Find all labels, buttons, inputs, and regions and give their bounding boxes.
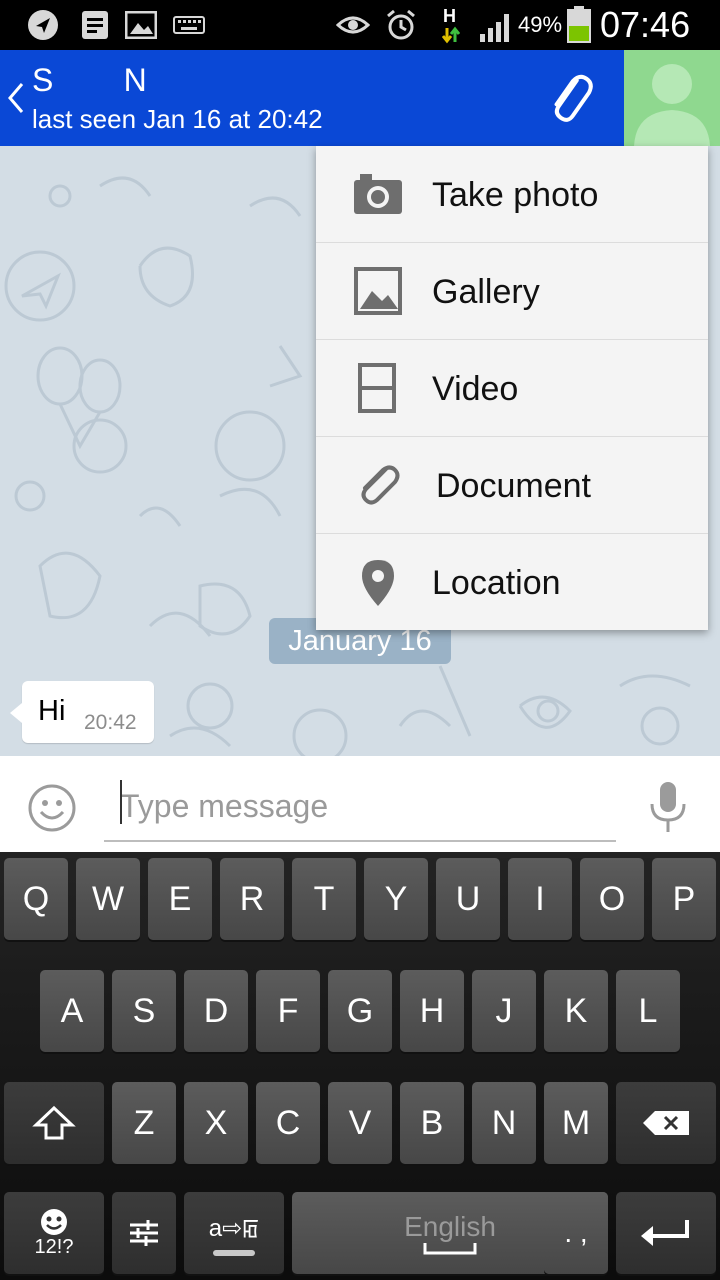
key-z[interactable]: Z [112,1082,176,1164]
backspace-icon [643,1111,689,1135]
key-b[interactable]: B [400,1082,464,1164]
message-time: 20:42 [84,711,137,734]
key-d[interactable]: D [184,970,248,1052]
menu-label-video: Video [432,370,519,408]
symbols-key[interactable]: 12!? [4,1192,104,1274]
menu-item-gallery[interactable]: Gallery [316,243,708,340]
menu-item-document[interactable]: Document [316,437,708,534]
language-switch-key[interactable]: a⇨ꡂ [184,1192,284,1274]
key-g[interactable]: G [328,970,392,1052]
space-bar-icon [423,1243,477,1255]
message-input-bar [0,756,720,852]
space-label: English [404,1211,496,1242]
shift-key[interactable] [4,1082,104,1164]
emoji-key-icon [41,1208,67,1235]
key-a[interactable]: A [40,970,104,1052]
bubble-tail [10,703,22,723]
message-input[interactable] [104,772,616,842]
symbols-label: 12!? [34,1235,74,1258]
status-bar: H 49% 07:46 [0,0,720,50]
shift-icon [32,1105,76,1140]
key-f[interactable]: F [256,970,320,1052]
key-m[interactable]: M [544,1082,608,1164]
emoji-icon[interactable] [26,782,78,834]
menu-item-location[interactable]: Location [316,534,708,631]
signal-icon [478,12,514,42]
attach-icon[interactable] [540,70,600,130]
language-switch-label: a⇨ꡂ [208,1214,260,1242]
menu-label-document: Document [436,467,591,505]
back-arrow-icon[interactable] [4,78,28,118]
contact-name[interactable]: S N [32,62,148,99]
keyboard: Q W E R T Y U I O P A S D F G H J K L Z … [0,852,720,1280]
paperclip-icon [352,459,404,511]
enter-icon [641,1220,689,1246]
camera-icon [352,168,404,220]
sliders-icon [130,1220,158,1246]
key-y[interactable]: Y [364,858,428,940]
menu-item-take-photo[interactable]: Take photo [316,146,708,243]
key-j[interactable]: J [472,970,536,1052]
key-c[interactable]: C [256,1082,320,1164]
key-v[interactable]: V [328,1082,392,1164]
key-q[interactable]: Q [4,858,68,940]
key-k[interactable]: K [544,970,608,1052]
key-p[interactable]: P [652,858,716,940]
gallery-icon [352,265,404,317]
key-h[interactable]: H [400,970,464,1052]
attach-menu: Take photo Gallery Video Document Locati… [316,146,708,630]
key-o[interactable]: O [580,858,644,940]
eye-icon [336,8,370,42]
key-n[interactable]: N [472,1082,536,1164]
menu-label-take-photo: Take photo [432,176,599,214]
key-u[interactable]: U [436,858,500,940]
language-indicator [213,1249,255,1256]
alarm-icon [384,8,418,42]
microphone-icon[interactable] [646,780,690,834]
key-l[interactable]: L [616,970,680,1052]
chat-header: S N last seen Jan 16 at 20:42 [0,50,720,146]
battery-percentage: 49% [518,12,563,37]
navigation-icon [26,8,60,42]
location-pin-icon [352,556,404,608]
key-r[interactable]: R [220,858,284,940]
battery-icon [566,6,592,44]
network-h-icon: H [440,6,462,46]
key-e[interactable]: E [148,858,212,940]
message-bubble[interactable]: Hi 20:42 [10,681,154,743]
avatar[interactable] [624,50,720,146]
video-icon [352,362,404,414]
text-caret [120,780,122,824]
message-text: Hi [38,695,66,727]
last-seen-status: last seen Jan 16 at 20:42 [32,104,323,134]
settings-key[interactable] [112,1192,176,1274]
clock: 07:46 [600,4,691,45]
menu-label-gallery: Gallery [432,273,540,311]
key-i[interactable]: I [508,858,572,940]
backspace-key[interactable] [616,1082,716,1164]
key-s[interactable]: S [112,970,176,1052]
enter-key[interactable] [616,1192,716,1274]
key-w[interactable]: W [76,858,140,940]
menu-item-video[interactable]: Video [316,340,708,437]
key-t[interactable]: T [292,858,356,940]
key-x[interactable]: X [184,1082,248,1164]
punctuation-key[interactable]: . , [544,1192,608,1274]
notes-icon [78,8,112,42]
keyboard-icon [172,8,206,42]
menu-label-location: Location [432,564,561,602]
image-icon [124,8,158,42]
